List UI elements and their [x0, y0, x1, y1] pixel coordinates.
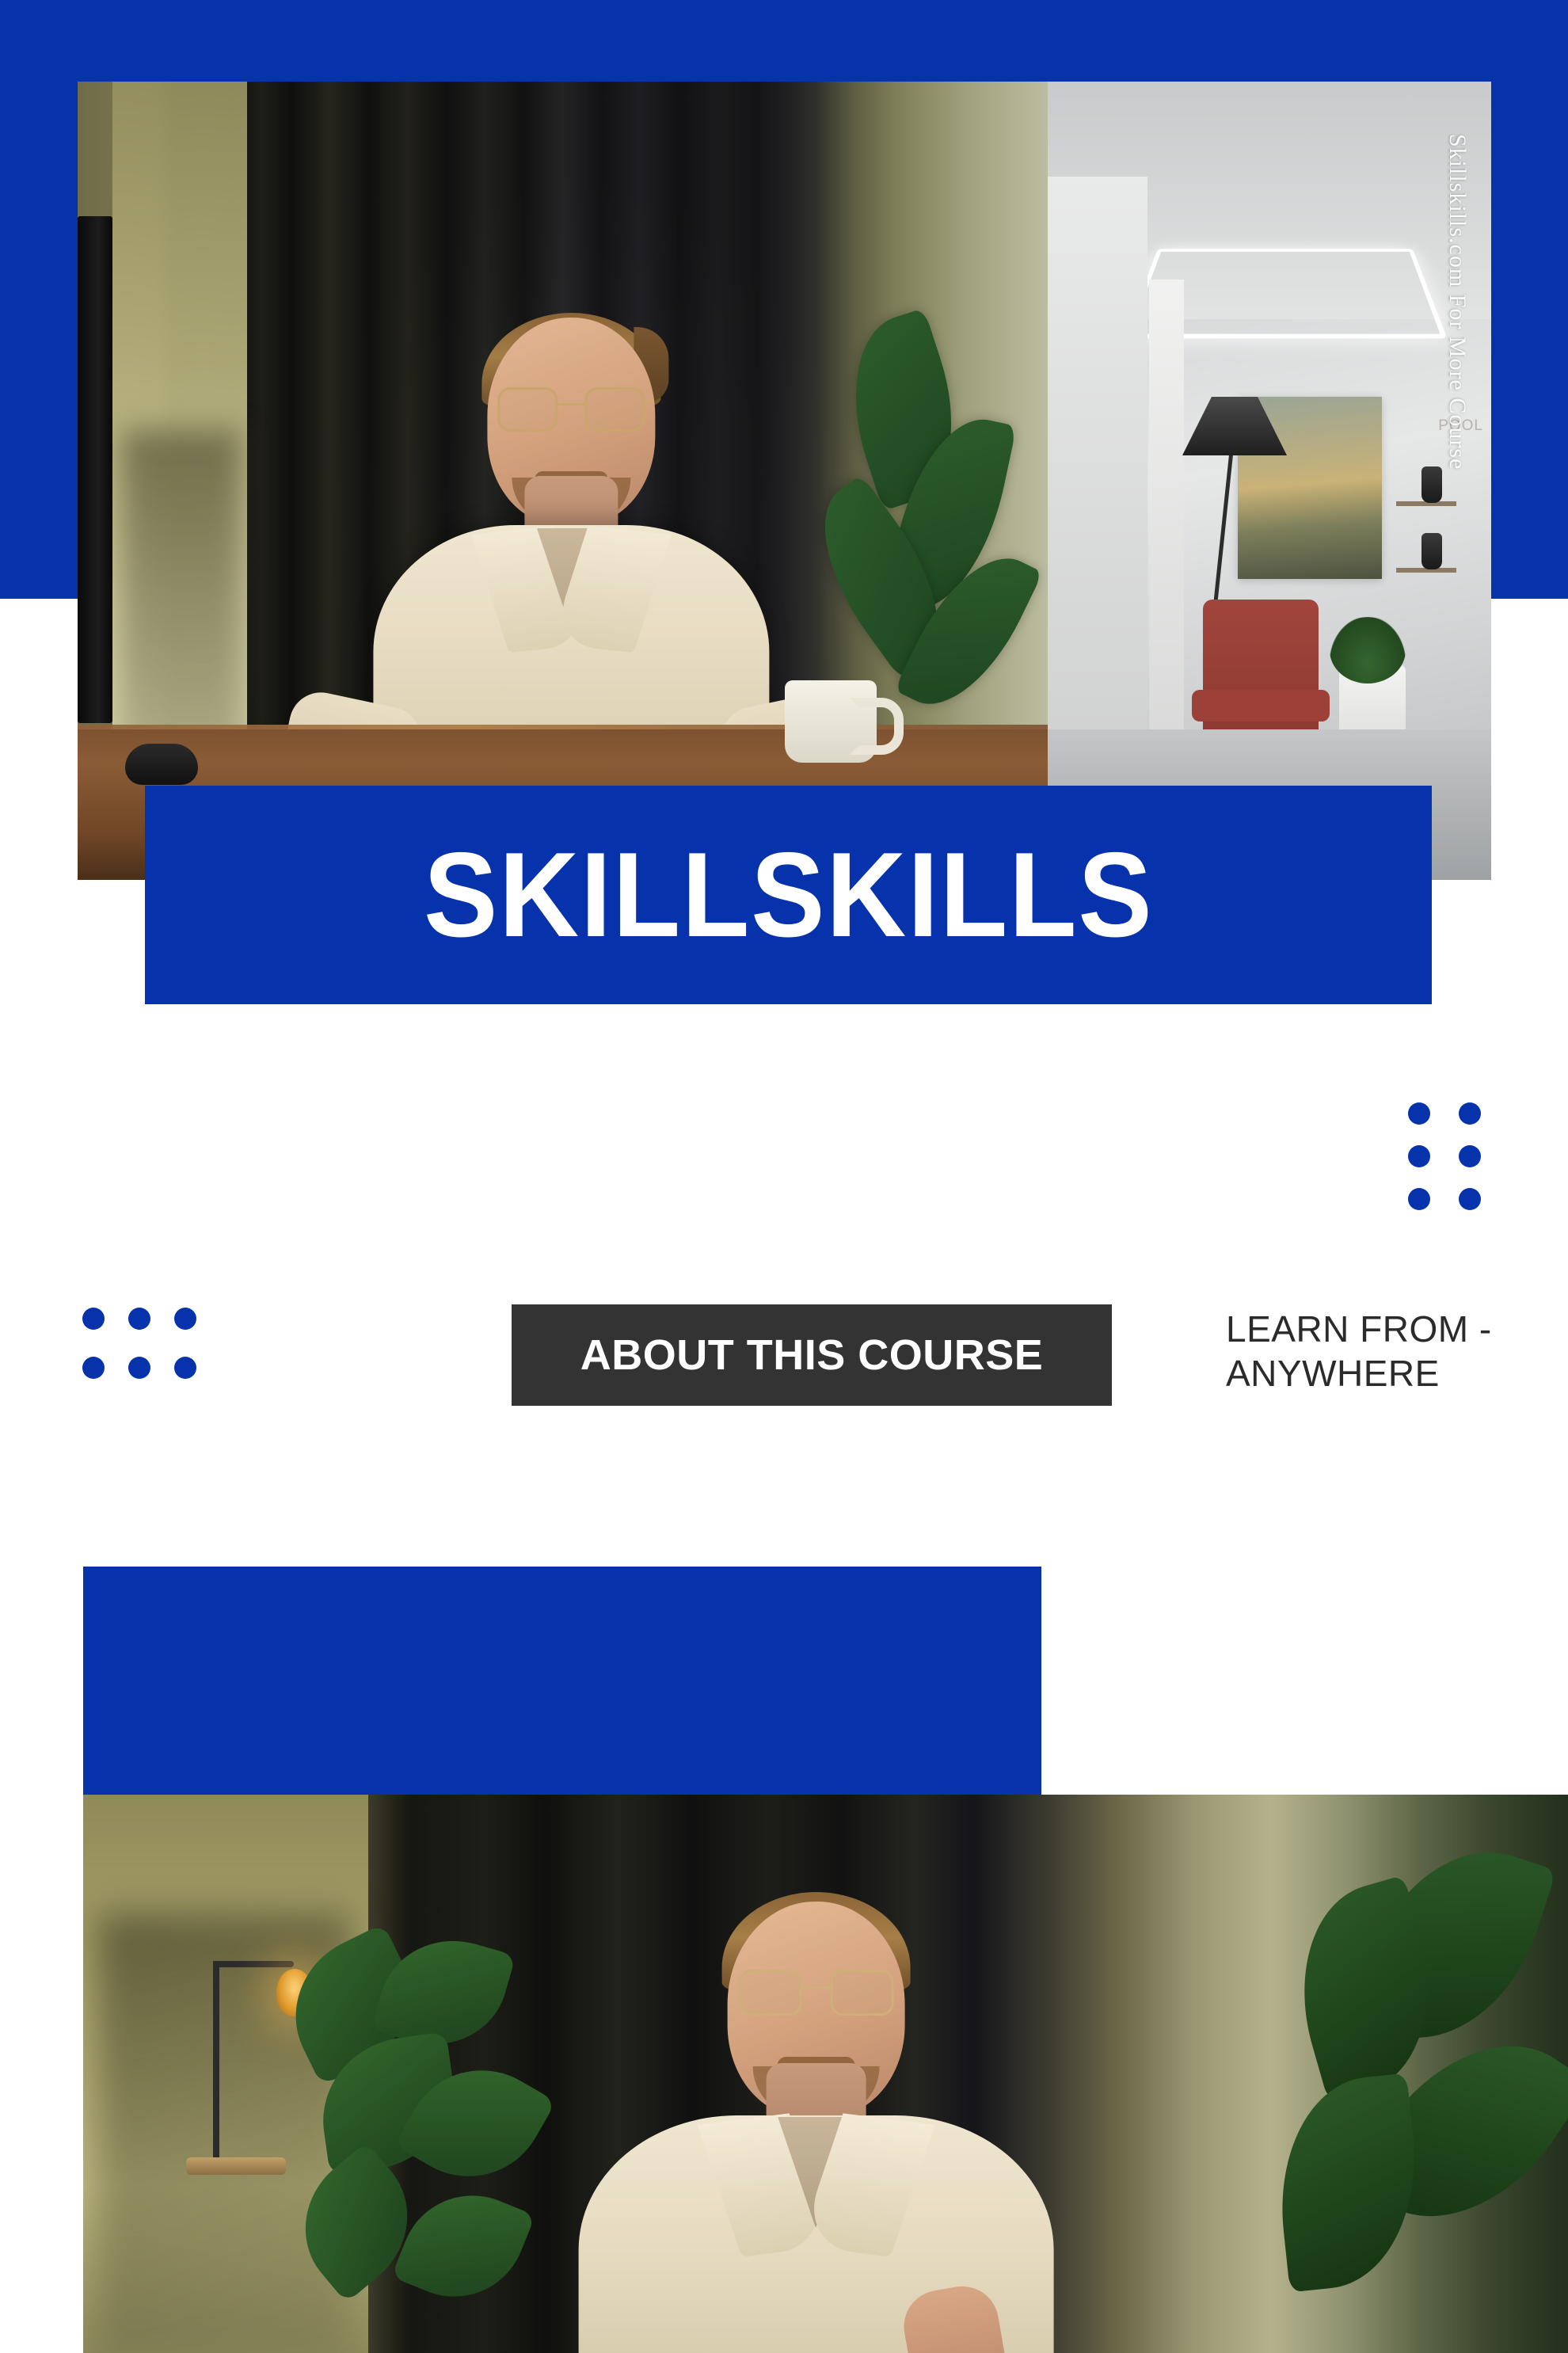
hero-top-image: POOL Skillskills.com For More Course	[78, 82, 1491, 880]
small-plant	[1330, 617, 1406, 683]
presenter-hand	[897, 2280, 1010, 2353]
badge-label: ABOUT THIS COURSE	[580, 1331, 1044, 1379]
glasses-bridge	[801, 1986, 831, 1989]
lamp-arm	[213, 1961, 294, 1967]
dot-icon	[82, 1308, 105, 1330]
dot-grid-left	[82, 1308, 196, 1379]
dot-icon	[1459, 1145, 1481, 1167]
glasses-lens-left	[497, 387, 558, 432]
glasses-lens-right	[830, 1970, 894, 2016]
page-title: SKILLSKILLS	[423, 828, 1154, 962]
hero-presenter-scene	[78, 82, 1048, 880]
glasses-icon	[497, 387, 645, 432]
about-this-course-badge: ABOUT THIS COURSE	[512, 1304, 1112, 1406]
monitor-edge	[78, 216, 112, 723]
plant-decor-left	[269, 1923, 558, 2349]
dot-icon	[82, 1357, 105, 1379]
presenter-shirt	[578, 2113, 1054, 2353]
coffee-mug	[785, 680, 904, 763]
title-banner: SKILLSKILLS	[145, 786, 1432, 1004]
interior-wall	[1048, 177, 1147, 779]
shelf-vase	[1421, 533, 1442, 569]
plant-decor-right	[1227, 1824, 1568, 2349]
shelf-vase	[1421, 466, 1442, 503]
lamp-stem	[213, 1961, 219, 2161]
glasses-lens-left	[738, 1970, 802, 2016]
dot-icon	[1408, 1188, 1430, 1210]
armchair	[1192, 600, 1330, 736]
dot-icon	[1459, 1102, 1481, 1125]
dot-icon	[128, 1308, 150, 1330]
doorway	[1149, 280, 1184, 755]
glasses-bridge	[557, 403, 584, 405]
glasses-lens-right	[584, 387, 645, 432]
tagline-text: LEARN FROM - ANYWHERE	[1226, 1308, 1492, 1395]
watermark-text: Skillskills.com For More Course	[1444, 134, 1471, 470]
dot-icon	[1408, 1145, 1430, 1167]
hero-bottom-image	[83, 1795, 1568, 2353]
dot-icon	[128, 1357, 150, 1379]
accent-blue-block	[83, 1567, 1041, 1795]
computer-mouse	[125, 744, 198, 785]
plant-decor	[790, 295, 1044, 739]
lamp-base	[186, 2157, 286, 2175]
hero-interior-scene: POOL	[1048, 82, 1491, 880]
dot-icon	[174, 1308, 196, 1330]
dot-icon	[1459, 1188, 1481, 1210]
dot-grid-right	[1408, 1102, 1481, 1210]
presenter-figure	[275, 264, 867, 814]
glasses-icon	[738, 1970, 894, 2016]
presenter-figure-bottom	[570, 1846, 1061, 2353]
plant-leaf	[390, 2173, 536, 2319]
dot-icon	[1408, 1102, 1430, 1125]
dot-icon	[174, 1357, 196, 1379]
plant-leaf	[1268, 2073, 1429, 2293]
